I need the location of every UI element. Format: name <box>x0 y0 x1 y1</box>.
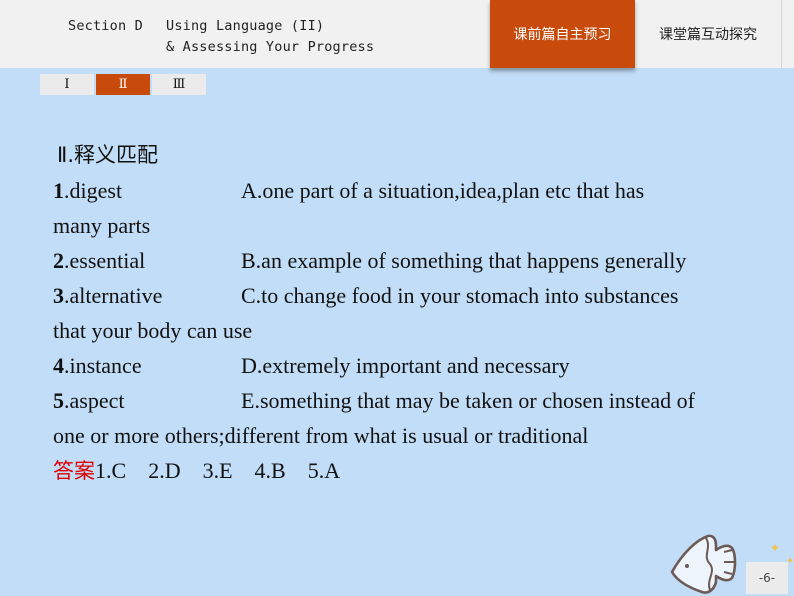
term: 1.digest <box>53 173 241 208</box>
answer-line: 答案1.C 2.D 3.E 4.B 5.A <box>53 453 763 489</box>
title-line1: Using Language (II) <box>166 18 325 34</box>
answer-value: 1.C <box>95 458 127 483</box>
definition: E.something that may be taken or chosen … <box>241 388 695 413</box>
sub-tab-1[interactable]: Ⅰ <box>40 74 94 95</box>
definition: B.an example of something that happens g… <box>241 248 687 273</box>
exercise-content: Ⅱ.释义匹配 1.digest A.one part of a situatio… <box>53 140 763 489</box>
definition-continuation: one or more others;different from what i… <box>53 423 589 448</box>
term: 3.alternative <box>53 278 241 313</box>
sub-tab-3[interactable]: Ⅲ <box>152 74 206 95</box>
match-item: 5.aspect E.something that may be taken o… <box>53 383 763 418</box>
match-item: 3.alternative C.to change food in your s… <box>53 278 763 313</box>
star-icon: ✦ <box>770 541 781 555</box>
tab-classroom[interactable]: 课堂篇互动探究 <box>635 0 782 68</box>
sub-tab-2[interactable]: Ⅱ <box>96 74 150 95</box>
fish-icon <box>670 534 737 594</box>
answer-value: 5.A <box>307 458 341 483</box>
term-word: .digest <box>64 178 123 203</box>
answer-value: 2.D <box>148 458 181 483</box>
term-number: 2 <box>53 248 64 273</box>
page-number: -6- <box>746 562 788 594</box>
section-title: Section D Using Language (II) & Assessing… <box>68 16 374 58</box>
term-word: .alternative <box>64 283 163 308</box>
tab-classroom-label: 课堂篇互动探究 <box>659 27 757 43</box>
exercise-heading: Ⅱ.释义匹配 <box>57 143 159 167</box>
match-item: 1.digest A.one part of a situation,idea,… <box>53 173 763 208</box>
term-number: 5 <box>53 388 64 413</box>
term-word: .instance <box>64 353 142 378</box>
term: 2.essential <box>53 243 241 278</box>
match-item: 2.essential B.an example of something th… <box>53 243 763 278</box>
term-word: .aspect <box>64 388 125 413</box>
term: 5.aspect <box>53 383 241 418</box>
title-line2: & Assessing Your Progress <box>166 39 375 55</box>
definition: D.extremely important and necessary <box>241 353 570 378</box>
term: 4.instance <box>53 348 241 383</box>
answer-value: 3.E <box>202 458 233 483</box>
tab-preview-label: 课前篇自主预习 <box>513 27 612 43</box>
tab-preview[interactable]: 课前篇自主预习 <box>490 0 635 68</box>
answer-value: 4.B <box>254 458 286 483</box>
term-word: .essential <box>64 248 146 273</box>
match-item: 4.instance D.extremely important and nec… <box>53 348 763 383</box>
definition: A.one part of a situation,idea,plan etc … <box>241 178 645 203</box>
section-label: Section D <box>68 18 143 34</box>
term-number: 1 <box>53 178 64 203</box>
definition-continuation: many parts <box>53 213 151 238</box>
definition: C.to change food in your stomach into su… <box>241 283 679 308</box>
definition-continuation: that your body can use <box>53 318 253 343</box>
sub-tabs: Ⅰ Ⅱ Ⅲ <box>40 74 206 95</box>
term-number: 4 <box>53 353 64 378</box>
answer-label: 答案 <box>53 459 95 483</box>
term-number: 3 <box>53 283 64 308</box>
